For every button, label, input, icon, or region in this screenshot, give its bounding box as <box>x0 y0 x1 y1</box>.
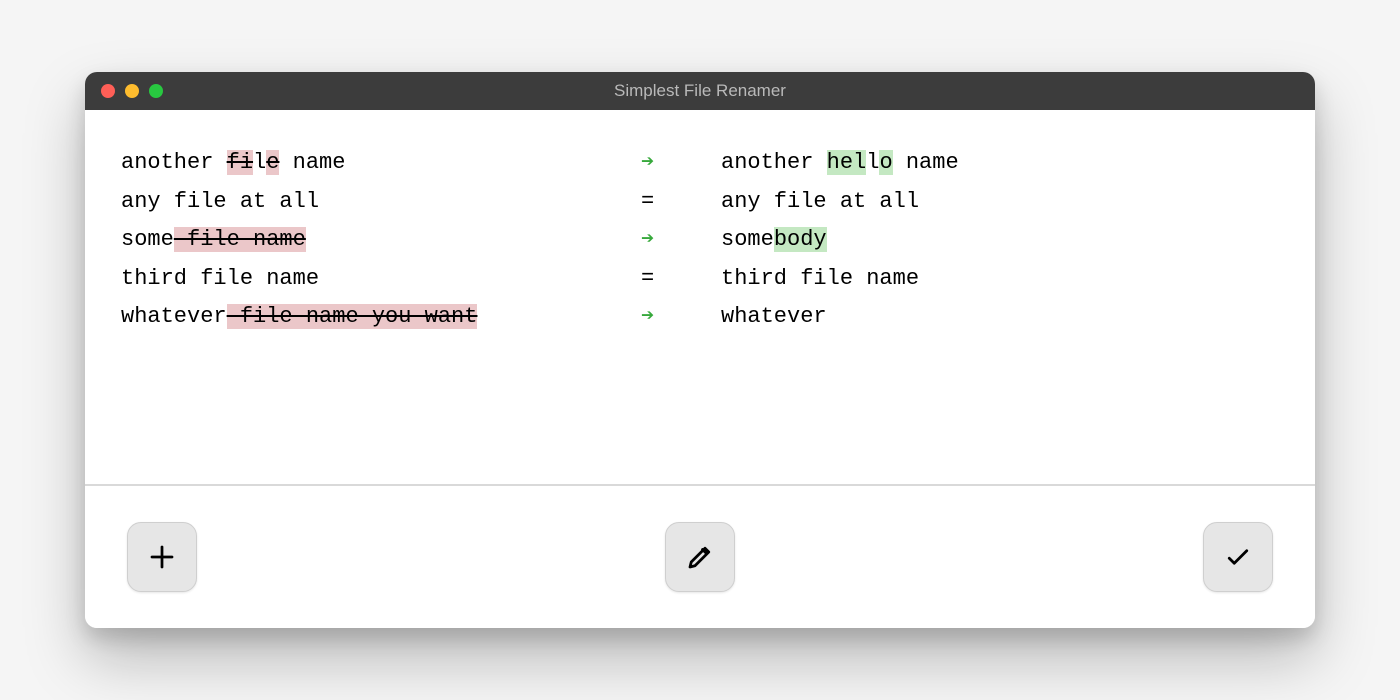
renamed-filename: any file at all <box>721 183 1279 222</box>
close-window-button[interactable] <box>101 84 115 98</box>
rename-list: another file name➔another hello nameany … <box>85 110 1315 484</box>
apply-rename-button[interactable] <box>1203 522 1273 592</box>
original-filename: whatever file name you want <box>121 298 641 337</box>
unchanged-text: whatever <box>721 304 827 329</box>
deleted-text: file name you want <box>227 304 478 329</box>
rename-row: some file name➔somebody <box>121 221 1279 260</box>
unchanged-text: any file at all <box>121 189 319 214</box>
unchanged-text: third file name <box>721 266 919 291</box>
arrow-icon: ➔ <box>641 221 721 260</box>
unchanged-text: whatever <box>121 304 227 329</box>
unchanged-text: another <box>721 150 827 175</box>
inserted-text: body <box>774 227 827 252</box>
renamed-filename: another hello name <box>721 144 1279 183</box>
equals-icon: = <box>641 260 721 299</box>
inserted-text: o <box>879 150 892 175</box>
unchanged-text: another <box>121 150 227 175</box>
unchanged-text: some <box>721 227 774 252</box>
check-icon <box>1223 542 1253 572</box>
renamed-filename: somebody <box>721 221 1279 260</box>
unchanged-text: any file at all <box>721 189 919 214</box>
rename-row: any file at all=any file at all <box>121 183 1279 222</box>
app-window: Simplest File Renamer another file name➔… <box>85 72 1315 628</box>
original-filename: third file name <box>121 260 641 299</box>
deleted-text: fi <box>227 150 253 175</box>
unchanged-text: l <box>866 150 879 175</box>
window-title: Simplest File Renamer <box>85 81 1315 101</box>
titlebar: Simplest File Renamer <box>85 72 1315 110</box>
original-filename: any file at all <box>121 183 641 222</box>
arrow-icon: ➔ <box>641 298 721 337</box>
unchanged-text: l <box>253 150 266 175</box>
add-files-button[interactable] <box>127 522 197 592</box>
maximize-window-button[interactable] <box>149 84 163 98</box>
rename-row: third file name=third file name <box>121 260 1279 299</box>
rename-row: another file name➔another hello name <box>121 144 1279 183</box>
unchanged-text: third file name <box>121 266 319 291</box>
edit-rules-button[interactable] <box>665 522 735 592</box>
unchanged-text: name <box>893 150 959 175</box>
arrow-icon: ➔ <box>641 144 721 183</box>
unchanged-text: some <box>121 227 174 252</box>
original-filename: some file name <box>121 221 641 260</box>
inserted-text: hel <box>827 150 867 175</box>
unchanged-text: name <box>279 150 345 175</box>
equals-icon: = <box>641 183 721 222</box>
toolbar <box>85 484 1315 628</box>
pencil-icon <box>685 542 715 572</box>
plus-icon <box>147 542 177 572</box>
rename-row: whatever file name you want➔whatever <box>121 298 1279 337</box>
traffic-lights <box>101 84 163 98</box>
renamed-filename: third file name <box>721 260 1279 299</box>
deleted-text: e <box>266 150 279 175</box>
minimize-window-button[interactable] <box>125 84 139 98</box>
renamed-filename: whatever <box>721 298 1279 337</box>
original-filename: another file name <box>121 144 641 183</box>
deleted-text: file name <box>174 227 306 252</box>
